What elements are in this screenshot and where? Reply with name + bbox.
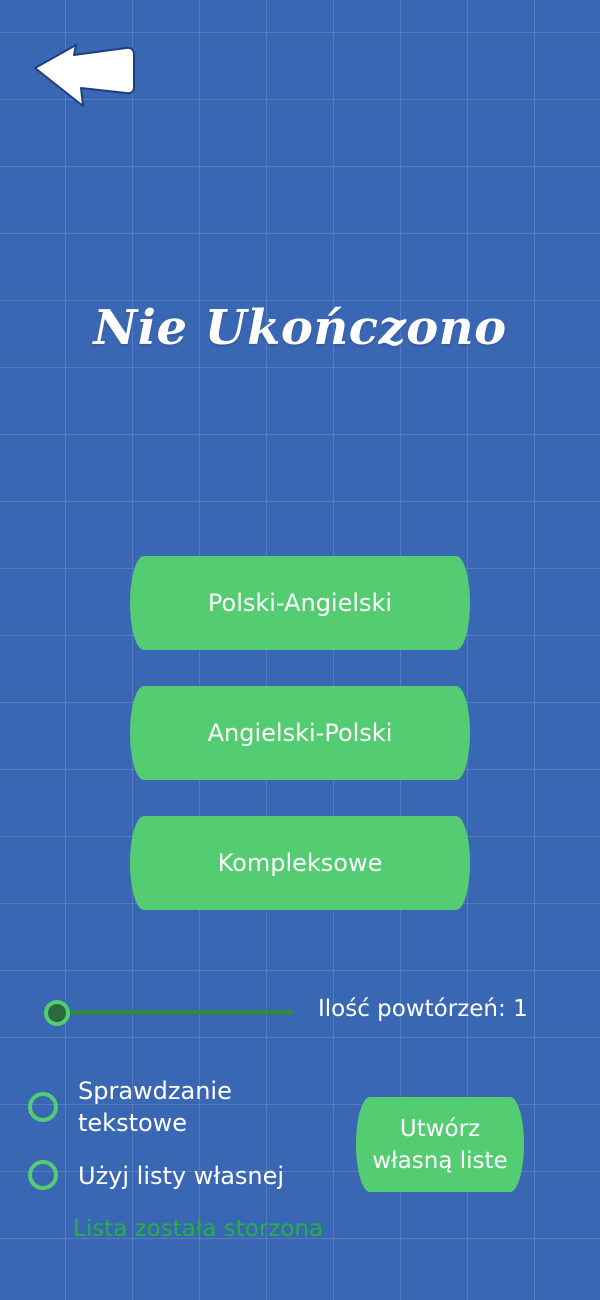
- button-label-line2: własną liste: [372, 1147, 508, 1174]
- button-label: Kompleksowe: [217, 849, 383, 877]
- comprehensive-button[interactable]: Kompleksowe: [130, 816, 470, 910]
- back-arrow-icon: [34, 44, 135, 107]
- repetitions-label: Ilość powtórzeń: 1: [318, 996, 528, 1022]
- page-title: Nie Ukończono: [93, 300, 507, 356]
- slider-track: [44, 1010, 294, 1015]
- button-label-line1: Utwórz: [399, 1115, 481, 1142]
- text-check-label[interactable]: Sprawdzanie tekstowe: [78, 1075, 232, 1139]
- button-label: Polski-Angielski: [207, 589, 393, 617]
- button-label: Angielski-Polski: [207, 719, 393, 747]
- back-button[interactable]: [32, 42, 140, 114]
- status-message: Lista została storzona: [73, 1216, 324, 1242]
- create-own-list-button[interactable]: Utwórz własną liste: [356, 1097, 524, 1192]
- text-check-radio[interactable]: [28, 1092, 58, 1122]
- own-list-label[interactable]: Użyj listy własnej: [78, 1160, 284, 1192]
- repetitions-slider[interactable]: [44, 998, 294, 1026]
- english-polish-button[interactable]: Angielski-Polski: [130, 686, 470, 780]
- slider-thumb[interactable]: [44, 1000, 70, 1026]
- own-list-radio[interactable]: [28, 1160, 58, 1190]
- polish-english-button[interactable]: Polski-Angielski: [130, 556, 470, 650]
